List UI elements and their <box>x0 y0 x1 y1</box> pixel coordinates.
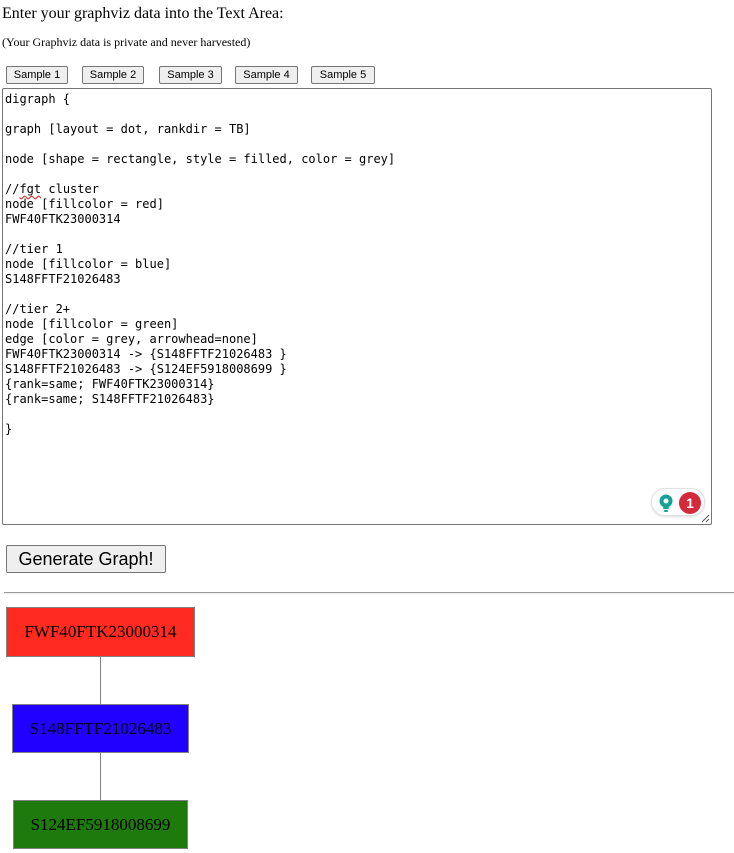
misspelled-word[interactable]: fgt <box>19 182 41 196</box>
code-line: S148FFTF21026483 <box>5 272 121 286</box>
code-line: digraph { <box>5 92 71 106</box>
lightbulb-icon <box>659 494 673 512</box>
privacy-note: (Your Graphviz data is private and never… <box>2 35 251 49</box>
code-line: S148FFTF21026483 -> {S124EF5918008699 } <box>5 362 287 376</box>
code-line: graph [layout = dot, rankdir = TB] <box>5 122 251 136</box>
code-line: {rank=same; FWF40FTK23000314} <box>5 377 215 391</box>
code-line: node [shape = rectangle, style = filled,… <box>5 152 396 166</box>
code-line: node [fillcolor = blue] <box>5 257 172 271</box>
graph-node-fwf40ftk23000314: FWF40FTK23000314 <box>6 607 195 657</box>
code-line: {rank=same; S148FFTF21026483} <box>5 392 215 406</box>
code-line: //fgt cluster <box>5 182 99 196</box>
code-line: //tier 2+ <box>5 302 71 316</box>
notification-count-badge: 1 <box>679 492 701 514</box>
code-line: //tier 1 <box>5 242 63 256</box>
sample-5-button[interactable]: Sample 5 <box>311 66 375 84</box>
writing-assistant-widget[interactable]: 1 <box>651 488 705 516</box>
graph-node-s148fftf21026483: S148FFTF21026483 <box>12 704 189 753</box>
graph-edge-2 <box>100 753 101 800</box>
graph-edge-1 <box>100 657 101 704</box>
code-line: FWF40FTK23000314 -> {S148FFTF21026483 } <box>5 347 287 361</box>
sample-1-button[interactable]: Sample 1 <box>6 66 68 84</box>
resize-handle-icon[interactable] <box>700 513 710 523</box>
graphviz-code[interactable]: digraph { graph [layout = dot, rankdir =… <box>3 89 711 437</box>
code-line: edge [color = grey, arrowhead=none] <box>5 332 258 346</box>
sample-4-button[interactable]: Sample 4 <box>235 66 298 84</box>
graph-output: FWF40FTK23000314 S148FFTF21026483 S124EF… <box>0 600 734 853</box>
code-line: FWF40FTK23000314 <box>5 212 121 226</box>
code-line: } <box>5 422 13 436</box>
sample-3-button[interactable]: Sample 3 <box>159 66 222 84</box>
horizontal-divider <box>4 592 734 594</box>
page-heading: Enter your graphviz data into the Text A… <box>2 5 284 22</box>
generate-graph-button[interactable]: Generate Graph! <box>6 545 166 573</box>
code-line: node [fillcolor = red] <box>5 197 164 211</box>
graphviz-text-area[interactable]: digraph { graph [layout = dot, rankdir =… <box>2 88 712 525</box>
code-line: node [fillcolor = green] <box>5 317 179 331</box>
graph-node-s124ef5918008699: S124EF5918008699 <box>13 800 188 849</box>
sample-2-button[interactable]: Sample 2 <box>82 66 144 84</box>
